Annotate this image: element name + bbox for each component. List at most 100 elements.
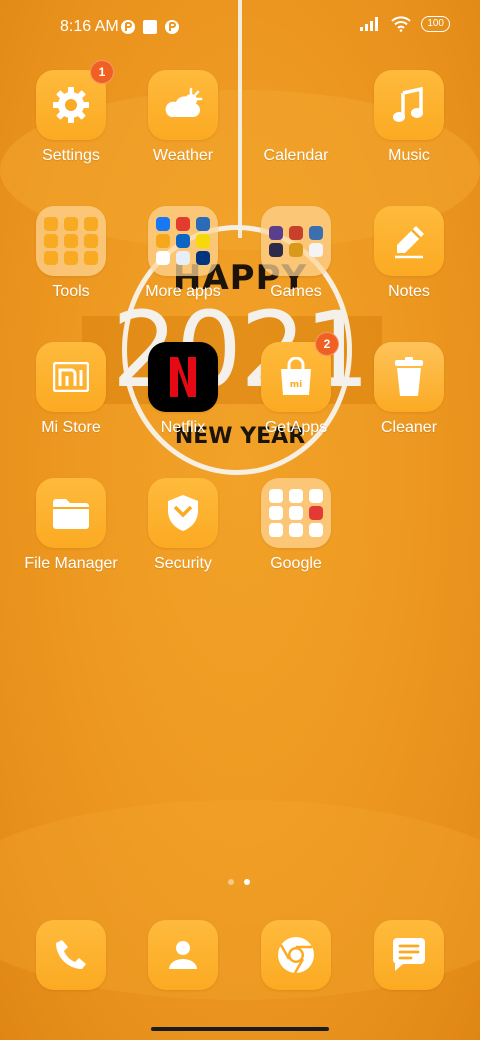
folder-games[interactable]: Games — [241, 206, 351, 301]
app-label: Weather — [152, 147, 214, 164]
folder-label: Tools — [52, 283, 90, 300]
app-label: GetApps — [264, 419, 328, 436]
mini-duo-icon — [269, 523, 284, 537]
app-file-manager[interactable]: File Manager — [16, 478, 126, 573]
notification-app-icon — [165, 20, 179, 34]
mini-app-icon — [156, 234, 171, 248]
mini-drive-icon — [288, 506, 303, 520]
mini-camera-icon — [63, 234, 78, 248]
mini-app-icon — [83, 234, 98, 248]
mini-booking-icon — [195, 251, 210, 265]
app-security[interactable]: Security — [128, 478, 238, 573]
phone-icon — [36, 920, 106, 990]
getapps-badge: 2 — [315, 332, 339, 356]
settings-badge: 1 — [90, 60, 114, 84]
svg-text:mi: mi — [290, 380, 302, 390]
app-label: Netflix — [160, 419, 206, 436]
app-notes[interactable]: Notes — [354, 206, 464, 301]
page-dot-active[interactable] — [244, 879, 250, 885]
netflix-icon — [148, 342, 218, 412]
app-label: Notes — [388, 283, 430, 300]
app-netflix[interactable]: Netflix — [128, 342, 238, 437]
page-dot[interactable] — [228, 879, 234, 885]
app-label: File Manager — [24, 555, 118, 572]
chrome-icon — [261, 920, 331, 990]
mini-zoho-icon — [195, 234, 210, 248]
mini-game-icon — [269, 242, 284, 257]
mini-game-icon — [288, 242, 303, 257]
more-apps-folder-icon — [148, 206, 218, 276]
mini-app-icon — [83, 217, 98, 231]
mini-app-icon — [44, 217, 59, 231]
battery-indicator: 100 — [421, 16, 450, 32]
mini-amazon-icon — [195, 217, 210, 231]
dock-phone[interactable] — [16, 920, 126, 990]
mini-game-icon — [288, 225, 303, 240]
mini-youtube-music-icon — [308, 506, 323, 520]
status-bar: 8:16 AM 100 — [0, 0, 480, 56]
folder-icon — [36, 478, 106, 548]
app-settings[interactable]: 1 Settings — [16, 60, 126, 165]
contacts-icon — [148, 920, 218, 990]
mini-google-icon — [269, 489, 284, 503]
mini-game-icon — [308, 225, 323, 240]
app-label: Music — [388, 147, 430, 164]
mini-pay-icon — [308, 523, 323, 537]
mini-mi-credit-icon — [156, 251, 171, 265]
settings-icon: 1 — [36, 60, 114, 140]
folder-label: Games — [270, 283, 322, 300]
notification-app-icon — [121, 20, 135, 34]
mini-game-icon — [269, 225, 284, 240]
app-cleaner[interactable]: Cleaner — [354, 342, 464, 437]
folder-tools[interactable]: Tools — [16, 206, 126, 301]
mini-wps-icon — [175, 217, 190, 231]
pencil-icon — [374, 206, 444, 276]
mini-cart-icon — [175, 251, 190, 265]
page-indicator[interactable] — [228, 879, 250, 885]
app-label: Mi Store — [41, 419, 101, 436]
games-folder-icon — [261, 206, 331, 276]
weather-icon — [148, 70, 218, 140]
status-time: 8:16 AM — [60, 18, 119, 35]
app-music[interactable]: Music — [354, 70, 464, 165]
trash-can-icon — [374, 342, 444, 412]
mini-photos-icon — [288, 523, 303, 537]
mini-clock-icon — [63, 217, 78, 231]
app-getapps[interactable]: mi 2 GetApps — [241, 332, 351, 437]
wifi-icon — [391, 16, 412, 32]
mini-mic-icon — [44, 234, 59, 248]
app-label: Settings — [42, 147, 100, 164]
mini-maps-icon — [308, 489, 323, 503]
shield-icon — [148, 478, 218, 548]
mini-linkedin-icon — [175, 234, 190, 248]
dock-messages[interactable] — [354, 920, 464, 990]
mini-browser-icon — [63, 251, 78, 265]
shopping-bag-icon: mi 2 — [261, 332, 339, 412]
folder-more-apps[interactable]: More apps — [128, 206, 238, 301]
mini-game-icon — [308, 242, 323, 257]
home-indicator[interactable] — [151, 1027, 329, 1031]
mini-download-icon — [44, 251, 59, 265]
tools-folder-icon — [36, 206, 106, 276]
app-calendar[interactable]: Calendar — [241, 70, 351, 165]
app-mi-store[interactable]: Mi Store — [16, 342, 126, 437]
dock-contacts[interactable] — [128, 920, 238, 990]
folder-label: More apps — [145, 283, 221, 300]
google-folder-icon — [261, 478, 331, 548]
notification-square-icon — [143, 20, 157, 34]
mini-facebook-icon — [156, 217, 171, 231]
calendar-icon — [261, 70, 331, 140]
app-label: Calendar — [263, 147, 329, 164]
mini-gmail-icon — [288, 489, 303, 503]
signal-icon — [360, 17, 379, 31]
mini-link-icon — [83, 251, 98, 265]
app-label: Security — [154, 555, 212, 572]
mini-youtube-icon — [269, 506, 284, 520]
app-weather[interactable]: Weather — [128, 70, 238, 165]
mi-logo-icon — [36, 342, 106, 412]
app-label: Cleaner — [380, 419, 438, 436]
folder-google[interactable]: Google — [241, 478, 351, 573]
messages-icon — [374, 920, 444, 990]
folder-label: Google — [270, 555, 322, 572]
dock-chrome[interactable] — [241, 920, 351, 990]
